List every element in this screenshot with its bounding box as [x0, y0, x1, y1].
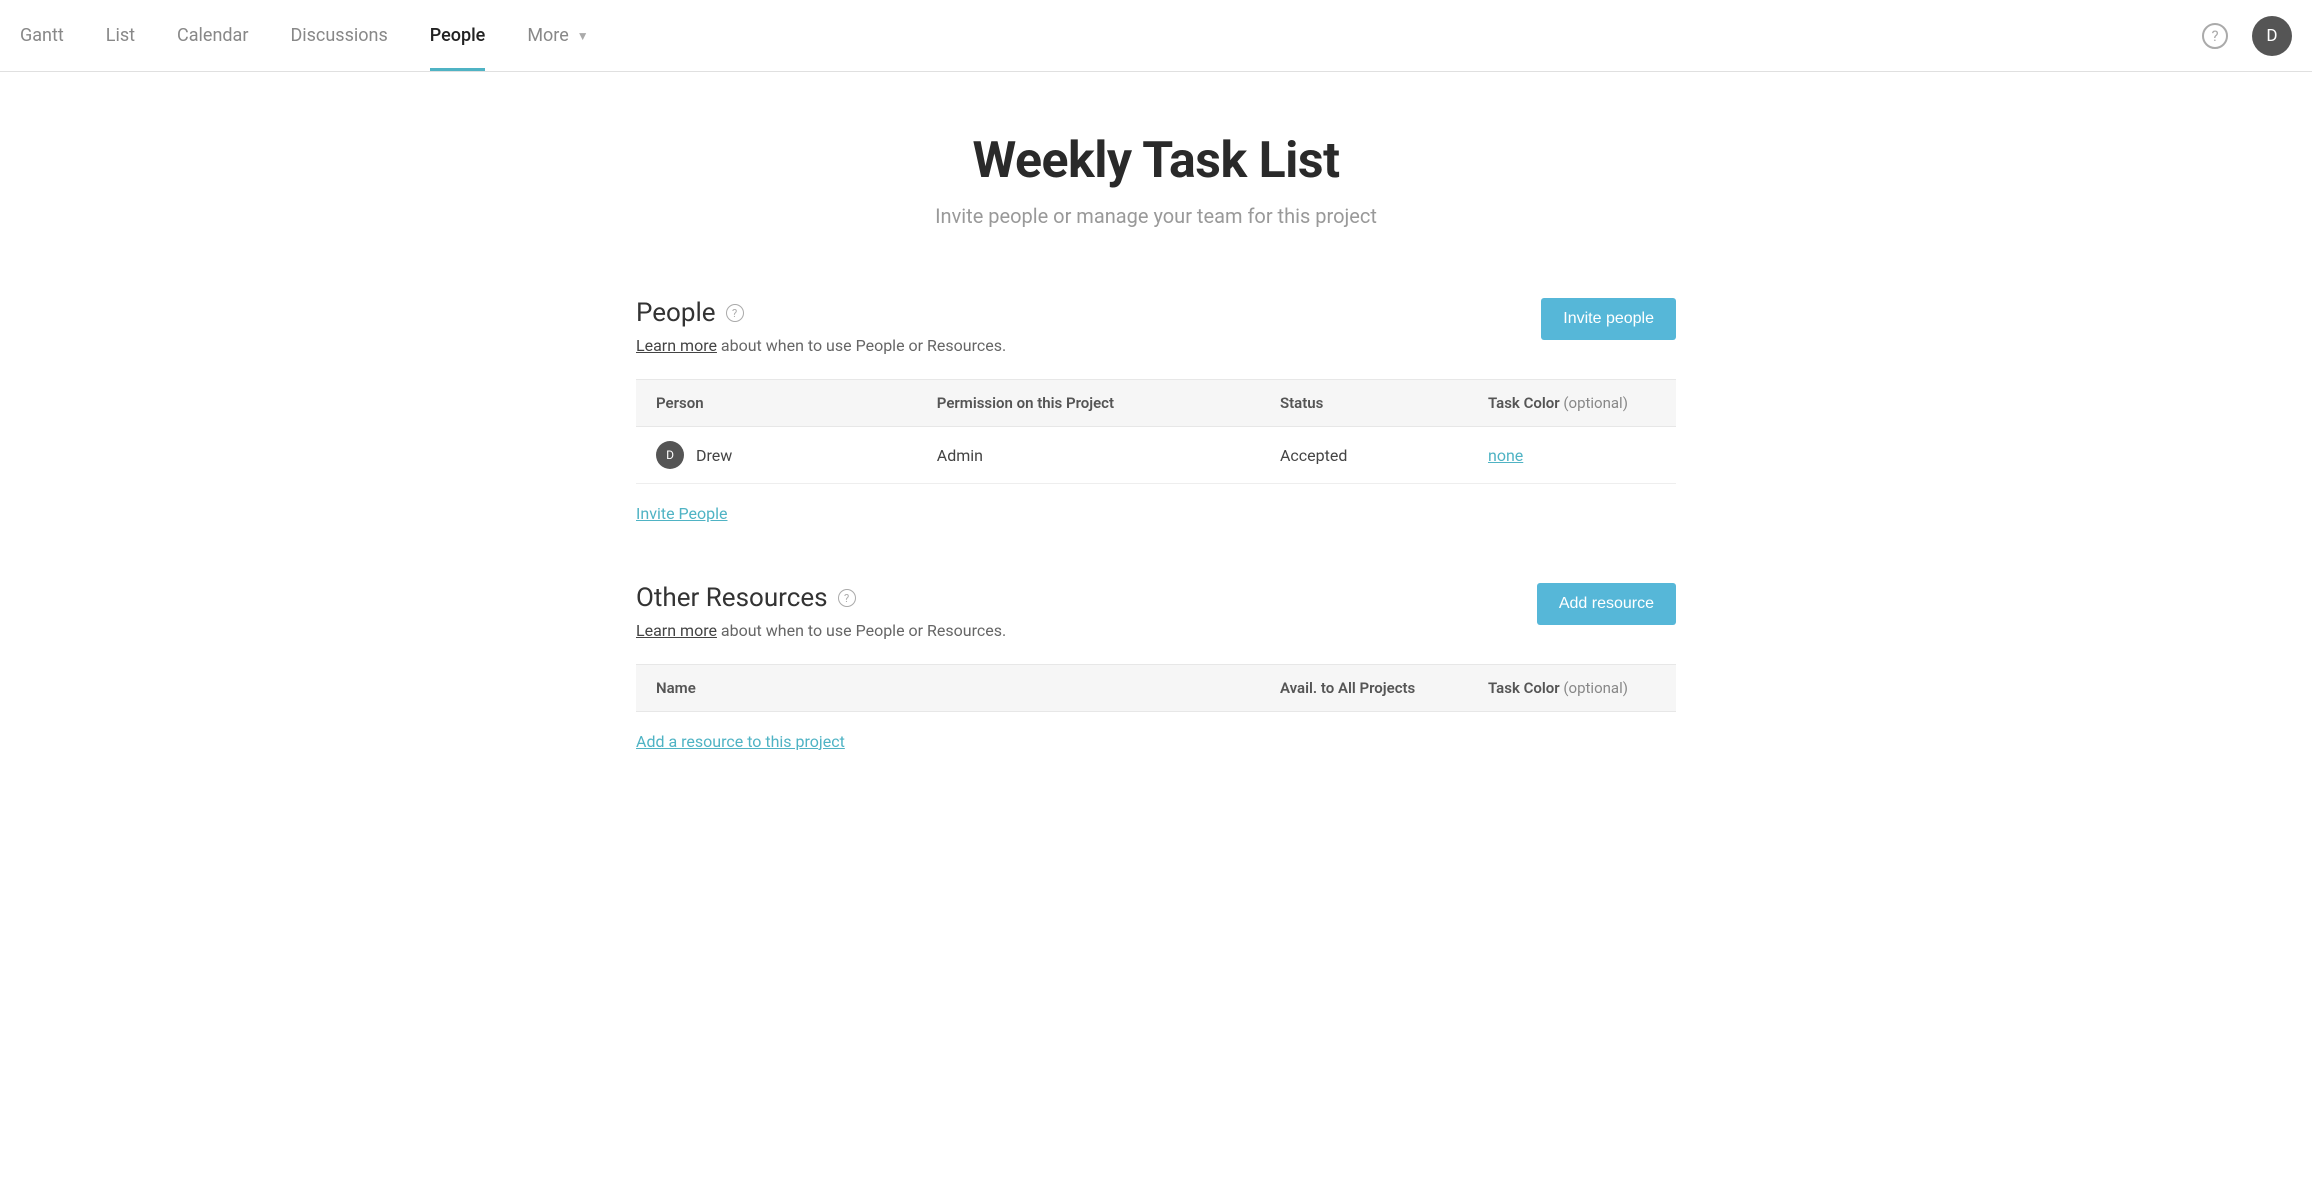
resources-table: Name Avail. to All Projects Task Color (…	[636, 664, 1676, 712]
resources-help-icon[interactable]: ?	[838, 589, 856, 607]
resources-hint-text: about when to use People or Resources.	[717, 621, 1006, 640]
people-hint: Learn more about when to use People or R…	[636, 336, 1006, 355]
user-avatar[interactable]: D	[2252, 16, 2292, 56]
person-name: Drew	[696, 446, 732, 465]
people-table-row: D Drew Admin Accepted none	[636, 427, 1676, 484]
cell-person: D Drew	[636, 427, 917, 484]
col-task-color-optional: (optional)	[1560, 394, 1628, 412]
col-res-task-color: Task Color (optional)	[1468, 665, 1676, 712]
col-status: Status	[1260, 380, 1468, 427]
person-avatar: D	[656, 441, 684, 469]
col-task-color-label: Task Color	[1488, 394, 1560, 412]
task-color-link[interactable]: none	[1488, 446, 1523, 465]
resources-hint: Learn more about when to use People or R…	[636, 621, 1006, 640]
page-title: Weekly Task List	[636, 132, 1676, 190]
tab-people[interactable]: People	[430, 0, 486, 71]
people-section-header: People ? Learn more about when to use Pe…	[636, 298, 1676, 355]
add-resource-button[interactable]: Add resource	[1537, 583, 1676, 625]
tab-discussions[interactable]: Discussions	[290, 0, 387, 71]
add-resource-link[interactable]: Add a resource to this project	[636, 732, 845, 751]
people-section-title: People	[636, 298, 716, 328]
topbar-right: ? D	[2202, 16, 2292, 56]
main-content: Weekly Task List Invite people or manage…	[636, 72, 1676, 851]
people-learn-more-link[interactable]: Learn more	[636, 336, 717, 355]
col-permission: Permission on this Project	[917, 380, 1260, 427]
page-subtitle: Invite people or manage your team for th…	[636, 204, 1676, 228]
nav-tabs: Gantt List Calendar Discussions People M…	[20, 0, 589, 71]
cell-task-color: none	[1468, 427, 1676, 484]
col-avail: Avail. to All Projects	[1260, 665, 1468, 712]
col-res-task-color-optional: (optional)	[1560, 679, 1628, 697]
resources-section-title: Other Resources	[636, 583, 828, 613]
col-res-task-color-label: Task Color	[1488, 679, 1560, 697]
people-section: People ? Learn more about when to use Pe…	[636, 298, 1676, 523]
tab-list[interactable]: List	[106, 0, 135, 71]
col-person: Person	[636, 380, 917, 427]
resources-table-header-row: Name Avail. to All Projects Task Color (…	[636, 665, 1676, 712]
people-table-header-row: Person Permission on this Project Status…	[636, 380, 1676, 427]
cell-status: Accepted	[1260, 427, 1468, 484]
cell-permission: Admin	[917, 427, 1260, 484]
resources-learn-more-link[interactable]: Learn more	[636, 621, 717, 640]
people-hint-text: about when to use People or Resources.	[717, 336, 1006, 355]
invite-people-link[interactable]: Invite People	[636, 504, 727, 523]
tab-calendar[interactable]: Calendar	[177, 0, 248, 71]
tab-more[interactable]: More ▼	[527, 0, 588, 71]
chevron-down-icon: ▼	[577, 29, 589, 43]
people-help-icon[interactable]: ?	[726, 304, 744, 322]
col-name: Name	[636, 665, 1260, 712]
tab-gantt[interactable]: Gantt	[20, 0, 64, 71]
resources-section: Other Resources ? Learn more about when …	[636, 583, 1676, 751]
top-navigation: Gantt List Calendar Discussions People M…	[0, 0, 2312, 72]
col-task-color: Task Color (optional)	[1468, 380, 1676, 427]
people-table: Person Permission on this Project Status…	[636, 379, 1676, 484]
resources-section-header: Other Resources ? Learn more about when …	[636, 583, 1676, 640]
help-icon[interactable]: ?	[2202, 23, 2228, 49]
invite-people-button[interactable]: Invite people	[1541, 298, 1676, 340]
tab-more-label: More	[527, 25, 568, 46]
